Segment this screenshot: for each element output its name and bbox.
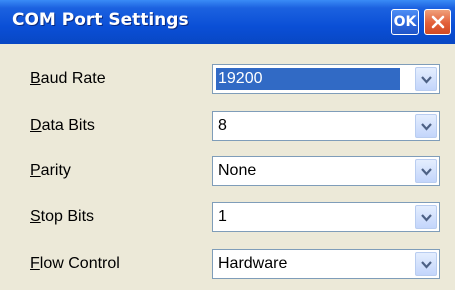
baud-rate-dropdown-button[interactable] [415,67,437,91]
close-icon [431,15,445,29]
chevron-down-icon [421,261,432,269]
com-port-settings-dialog: COM Port Settings OK Baud Rate 19200 Dat… [0,0,455,290]
ok-button[interactable]: OK [391,9,419,35]
parity-row: Parity None [0,156,455,188]
chevron-down-icon [421,76,432,84]
baud-rate-select[interactable]: 19200 [212,64,440,94]
stop-bits-row: Stop Bits 1 [0,202,455,234]
data-bits-select[interactable]: 8 [212,111,440,141]
data-bits-row: Data Bits 8 [0,111,455,143]
baud-rate-row: Baud Rate 19200 [0,64,455,96]
stop-bits-label: Stop Bits [30,208,95,225]
flow-control-label: Flow Control [30,255,120,272]
data-bits-label: Data Bits [30,117,95,134]
chevron-down-icon [421,214,432,222]
parity-label: Parity [30,162,71,179]
flow-control-row: Flow Control Hardware [0,249,455,281]
parity-dropdown-button[interactable] [415,159,437,183]
data-bits-value: 8 [218,117,227,134]
stop-bits-value: 1 [218,208,227,225]
dialog-title: COM Port Settings [12,10,189,30]
stop-bits-dropdown-button[interactable] [415,205,437,229]
flow-control-value: Hardware [218,255,288,272]
stop-bits-select[interactable]: 1 [212,202,440,232]
flow-control-select[interactable]: Hardware [212,249,440,279]
close-button[interactable] [424,9,451,35]
data-bits-dropdown-button[interactable] [415,114,437,138]
chevron-down-icon [421,123,432,131]
parity-value: None [218,162,257,179]
chevron-down-icon [421,168,432,176]
flow-control-dropdown-button[interactable] [415,252,437,276]
title-bar: COM Port Settings OK [0,0,455,44]
parity-select[interactable]: None [212,156,440,186]
baud-rate-label: Baud Rate [30,70,106,87]
baud-rate-value: 19200 [216,68,400,90]
